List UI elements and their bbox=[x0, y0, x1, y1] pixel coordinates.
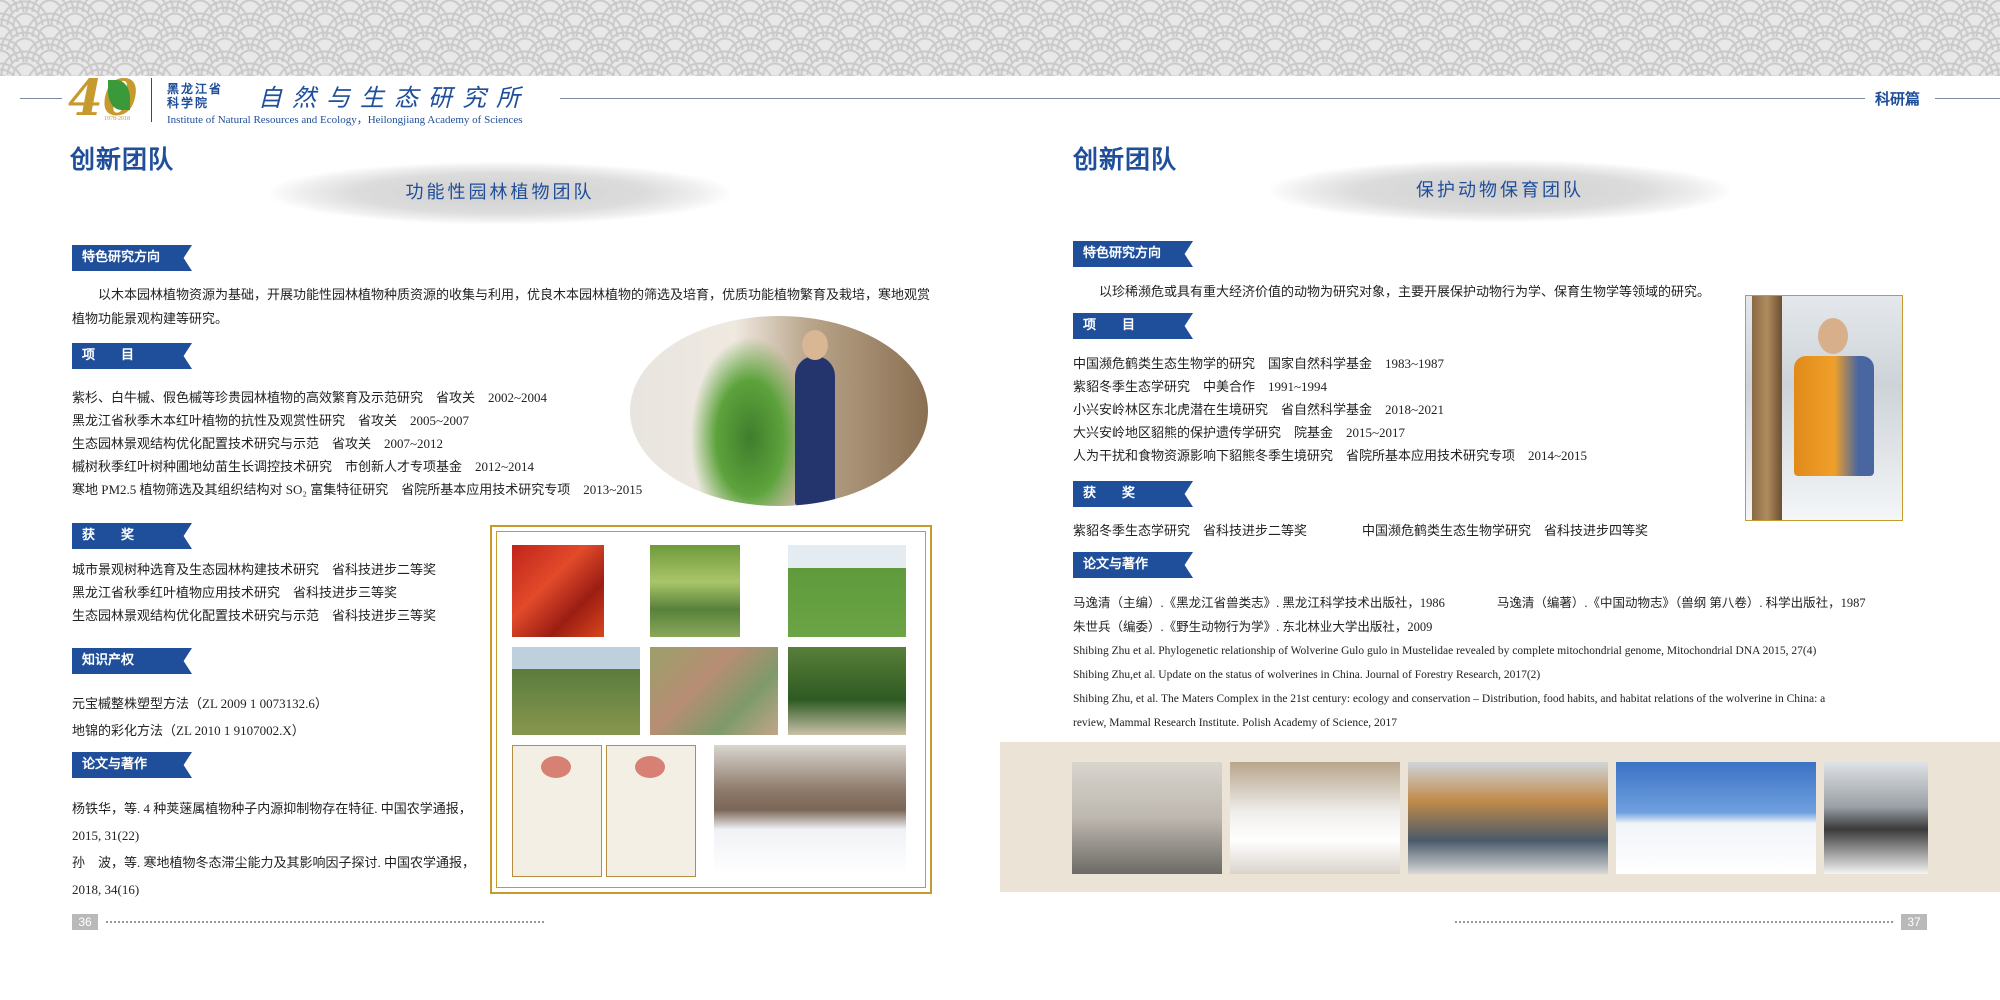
list-item: 2015, 31(22) bbox=[72, 828, 140, 843]
landscape-design-photo bbox=[650, 647, 778, 735]
snow-survey-photo bbox=[1824, 762, 1928, 874]
list-item: 寒地 PM2.5 植物筛选及其组织结构对 SO₂ 富集特征研究 省院所基本应用技… bbox=[72, 482, 643, 497]
list-item: 杨铁华，等. 4 种荚蒾属植物种子内源抑制物存在特征. 中国农学通报， bbox=[72, 801, 472, 816]
right-award-1: 紫貂冬季生态学研究 省科技进步二等奖 bbox=[1073, 523, 1308, 538]
list-item: 生态园林景观结构优化配置技术研究与示范 省科技进步三等奖 bbox=[72, 608, 437, 623]
english-name: Institute of Natural Resources and Ecolo… bbox=[167, 114, 523, 126]
list-item: 地锦的彩化方法（ZL 2010 1 9107002.X） bbox=[72, 723, 305, 738]
logo-years: 1978-2018 bbox=[104, 116, 130, 122]
researcher-in-snow-photo bbox=[1745, 295, 1903, 521]
left-team-name: 功能性园林植物团队 bbox=[405, 182, 595, 203]
right-projects-list: 中国濒危鹤类生态生物学的研究 国家自然科学基金 1983~1987 紫貂冬季生态… bbox=[1073, 352, 1587, 467]
right-direction-text: 以珍稀濒危或具有重大经济价值的动物为研究对象，主要开展保护动物行为学、保育生物学… bbox=[1099, 284, 1711, 299]
list-item: Shibing Zhu,et al. Update on the status … bbox=[1073, 669, 1541, 681]
logo-divider bbox=[151, 78, 152, 122]
left-awards-list: 城市景观树种选育及生态园林构建技术研究 省科技进步二等奖 黑龙江省秋季红叶植物应… bbox=[72, 558, 436, 627]
footer-dotted-rule-right bbox=[1455, 921, 1893, 923]
right-papers-tag: 论文与著作 bbox=[1073, 552, 1193, 578]
patent-certificate-2-photo bbox=[606, 745, 696, 877]
footer-dotted-rule-left bbox=[106, 921, 544, 923]
org-name-line2: 科学院 bbox=[167, 96, 210, 110]
left-page-title: 创新团队 bbox=[70, 145, 175, 174]
left-papers-list: 杨铁华，等. 4 种荚蒾属植物种子内源抑制物存在特征. 中国农学通报， 2015… bbox=[72, 795, 475, 903]
list-item: 城市景观树种选育及生态园林构建技术研究 省科技进步二等奖 bbox=[72, 562, 437, 577]
header-rule-mid bbox=[560, 98, 1865, 99]
list-item: 黑龙江省秋季木本红叶植物的抗性及观赏性研究 省攻关 2005~2007 bbox=[72, 413, 470, 428]
snowfield-tracking-photo bbox=[1616, 762, 1816, 874]
section-tag: 科研篇 bbox=[1875, 91, 1921, 108]
left-projects-list: 紫杉、白牛槭、假色槭等珍贵园林植物的高效繁育及示范研究 省攻关 2002~200… bbox=[72, 386, 642, 501]
list-item: 朱世兵（编委）.《野生动物行为学》. 东北林业大学出版社，2009 bbox=[1073, 620, 1433, 634]
left-papers-tag: 论文与著作 bbox=[72, 752, 192, 778]
left-team-banner: 功能性园林植物团队 bbox=[270, 162, 730, 224]
person-head-shape bbox=[1818, 318, 1848, 354]
researcher-with-plant-photo bbox=[630, 316, 928, 506]
right-team-banner: 保护动物保育团队 bbox=[1270, 160, 1730, 222]
certificate-seal-icon bbox=[635, 756, 665, 778]
right-team-name: 保护动物保育团队 bbox=[1416, 180, 1584, 201]
list-item: Shibing Zhu, et al. The Maters Complex i… bbox=[1073, 693, 1826, 705]
tree-trunk-shape bbox=[1752, 296, 1782, 520]
list-item: 2018, 34(16) bbox=[72, 882, 140, 897]
field-team-winter-photo bbox=[1408, 762, 1608, 874]
org-name: 黑龙江省 科学院 bbox=[167, 82, 223, 110]
right-awards-tag: 获 奖 bbox=[1073, 481, 1193, 507]
plant-shape bbox=[690, 336, 810, 506]
right-projects-tag: 项 目 bbox=[1073, 313, 1193, 339]
list-item: 生态园林景观结构优化配置技术研究与示范 省攻关 2007~2012 bbox=[72, 436, 444, 451]
page-number-left: 36 bbox=[72, 914, 98, 930]
left-ip-list: 元宝槭整株塑型方法（ZL 2009 1 0073132.6） 地锦的彩化方法（Z… bbox=[72, 690, 328, 744]
photo-collage-frame bbox=[490, 525, 932, 894]
left-projects-tag: 项 目 bbox=[72, 343, 192, 369]
left-direction-tag: 特色研究方向 bbox=[72, 245, 192, 271]
left-awards-tag: 获 奖 bbox=[72, 523, 192, 549]
orchard-photo bbox=[788, 647, 906, 735]
list-item: 孙 波，等. 寒地植物冬态滞尘能力及其影响因子探讨. 中国农学通报， bbox=[72, 855, 476, 870]
person-head-shape bbox=[802, 330, 828, 360]
list-item: 黑龙江省秋季红叶植物应用技术研究 省科技进步三等奖 bbox=[72, 585, 398, 600]
patent-certificate-1-photo bbox=[512, 745, 602, 877]
paper-entry: 马逸清（主编）.《黑龙江省兽类志》. 黑龙江科学技术出版社，1986 bbox=[1073, 596, 1445, 610]
person-shape bbox=[795, 356, 835, 506]
list-item: 紫貂冬季生态学研究 中美合作 1991~1994 bbox=[1073, 379, 1328, 394]
photo-strip-band bbox=[1000, 742, 2000, 892]
nursery-field-photo bbox=[650, 545, 740, 637]
header-rule-right bbox=[1935, 98, 2000, 99]
list-item: 中国濒危鹤类生态生物学的研究 国家自然科学基金 1983~1987 bbox=[1073, 356, 1445, 371]
list-item: 小兴安岭林区东北虎潜在生境研究 省自然科学基金 2018~2021 bbox=[1073, 402, 1445, 417]
page-number-right: 37 bbox=[1901, 914, 1927, 930]
right-direction-tag: 特色研究方向 bbox=[1073, 241, 1193, 267]
lab-work-photo bbox=[1072, 762, 1222, 874]
list-item: 马逸清（主编）.《黑龙江省兽类志》. 黑龙江科学技术出版社，1986 马逸清（编著… bbox=[1073, 591, 1866, 615]
org-name-line1: 黑龙江省 bbox=[167, 82, 224, 96]
left-ip-tag: 知识产权 bbox=[72, 648, 192, 674]
shrub-garden-photo bbox=[512, 647, 640, 735]
team-in-lab-coats-photo bbox=[1230, 762, 1400, 874]
list-item: Shibing Zhu et al. Phylogenetic relation… bbox=[1073, 645, 1817, 657]
red-maple-photo bbox=[512, 545, 604, 637]
right-page-title: 创新团队 bbox=[1073, 145, 1178, 174]
list-item: 人为干扰和食物资源影响下貂熊冬季生境研究 省院所基本应用技术研究专项 2014~… bbox=[1073, 448, 1588, 463]
header-rule-left bbox=[20, 98, 62, 99]
field-research-photo bbox=[788, 545, 906, 637]
list-item: 紫杉、白牛槭、假色槭等珍贵园林植物的高效繁育及示范研究 省攻关 2002~200… bbox=[72, 390, 548, 405]
list-item: 元宝槭整株塑型方法（ZL 2009 1 0073132.6） bbox=[72, 696, 328, 711]
list-item: 槭树秋季红叶树种圃地幼苗生长调控技术研究 市创新人才专项基金 2012~2014 bbox=[72, 459, 535, 474]
list-item: 大兴安岭地区貂熊的保护遗传学研究 院基金 2015~2017 bbox=[1073, 425, 1406, 440]
wave-pattern-banner bbox=[0, 0, 2000, 76]
right-award-2: 中国濒危鹤类生态生物学研究 省科技进步四等奖 bbox=[1362, 523, 1649, 538]
certificate-seal-icon bbox=[541, 756, 571, 778]
paper-entry: 马逸清（编著）.《中国动物志》（兽纲 第八卷）. 科学出版社，1987 bbox=[1496, 596, 1866, 610]
anniversary-logo: 40 1978-2018 bbox=[68, 68, 148, 127]
calligraphy-title: 自然与生态研究所 bbox=[258, 84, 530, 112]
right-papers-list: 马逸清（主编）.《黑龙江省兽类志》. 黑龙江科学技术出版社，1986 马逸清（编著… bbox=[1073, 591, 1866, 735]
orange-jacket-shape bbox=[1794, 356, 1874, 476]
winter-group-photo bbox=[714, 745, 906, 875]
list-item: review, Mammal Research Institute. Polis… bbox=[1073, 717, 1398, 729]
